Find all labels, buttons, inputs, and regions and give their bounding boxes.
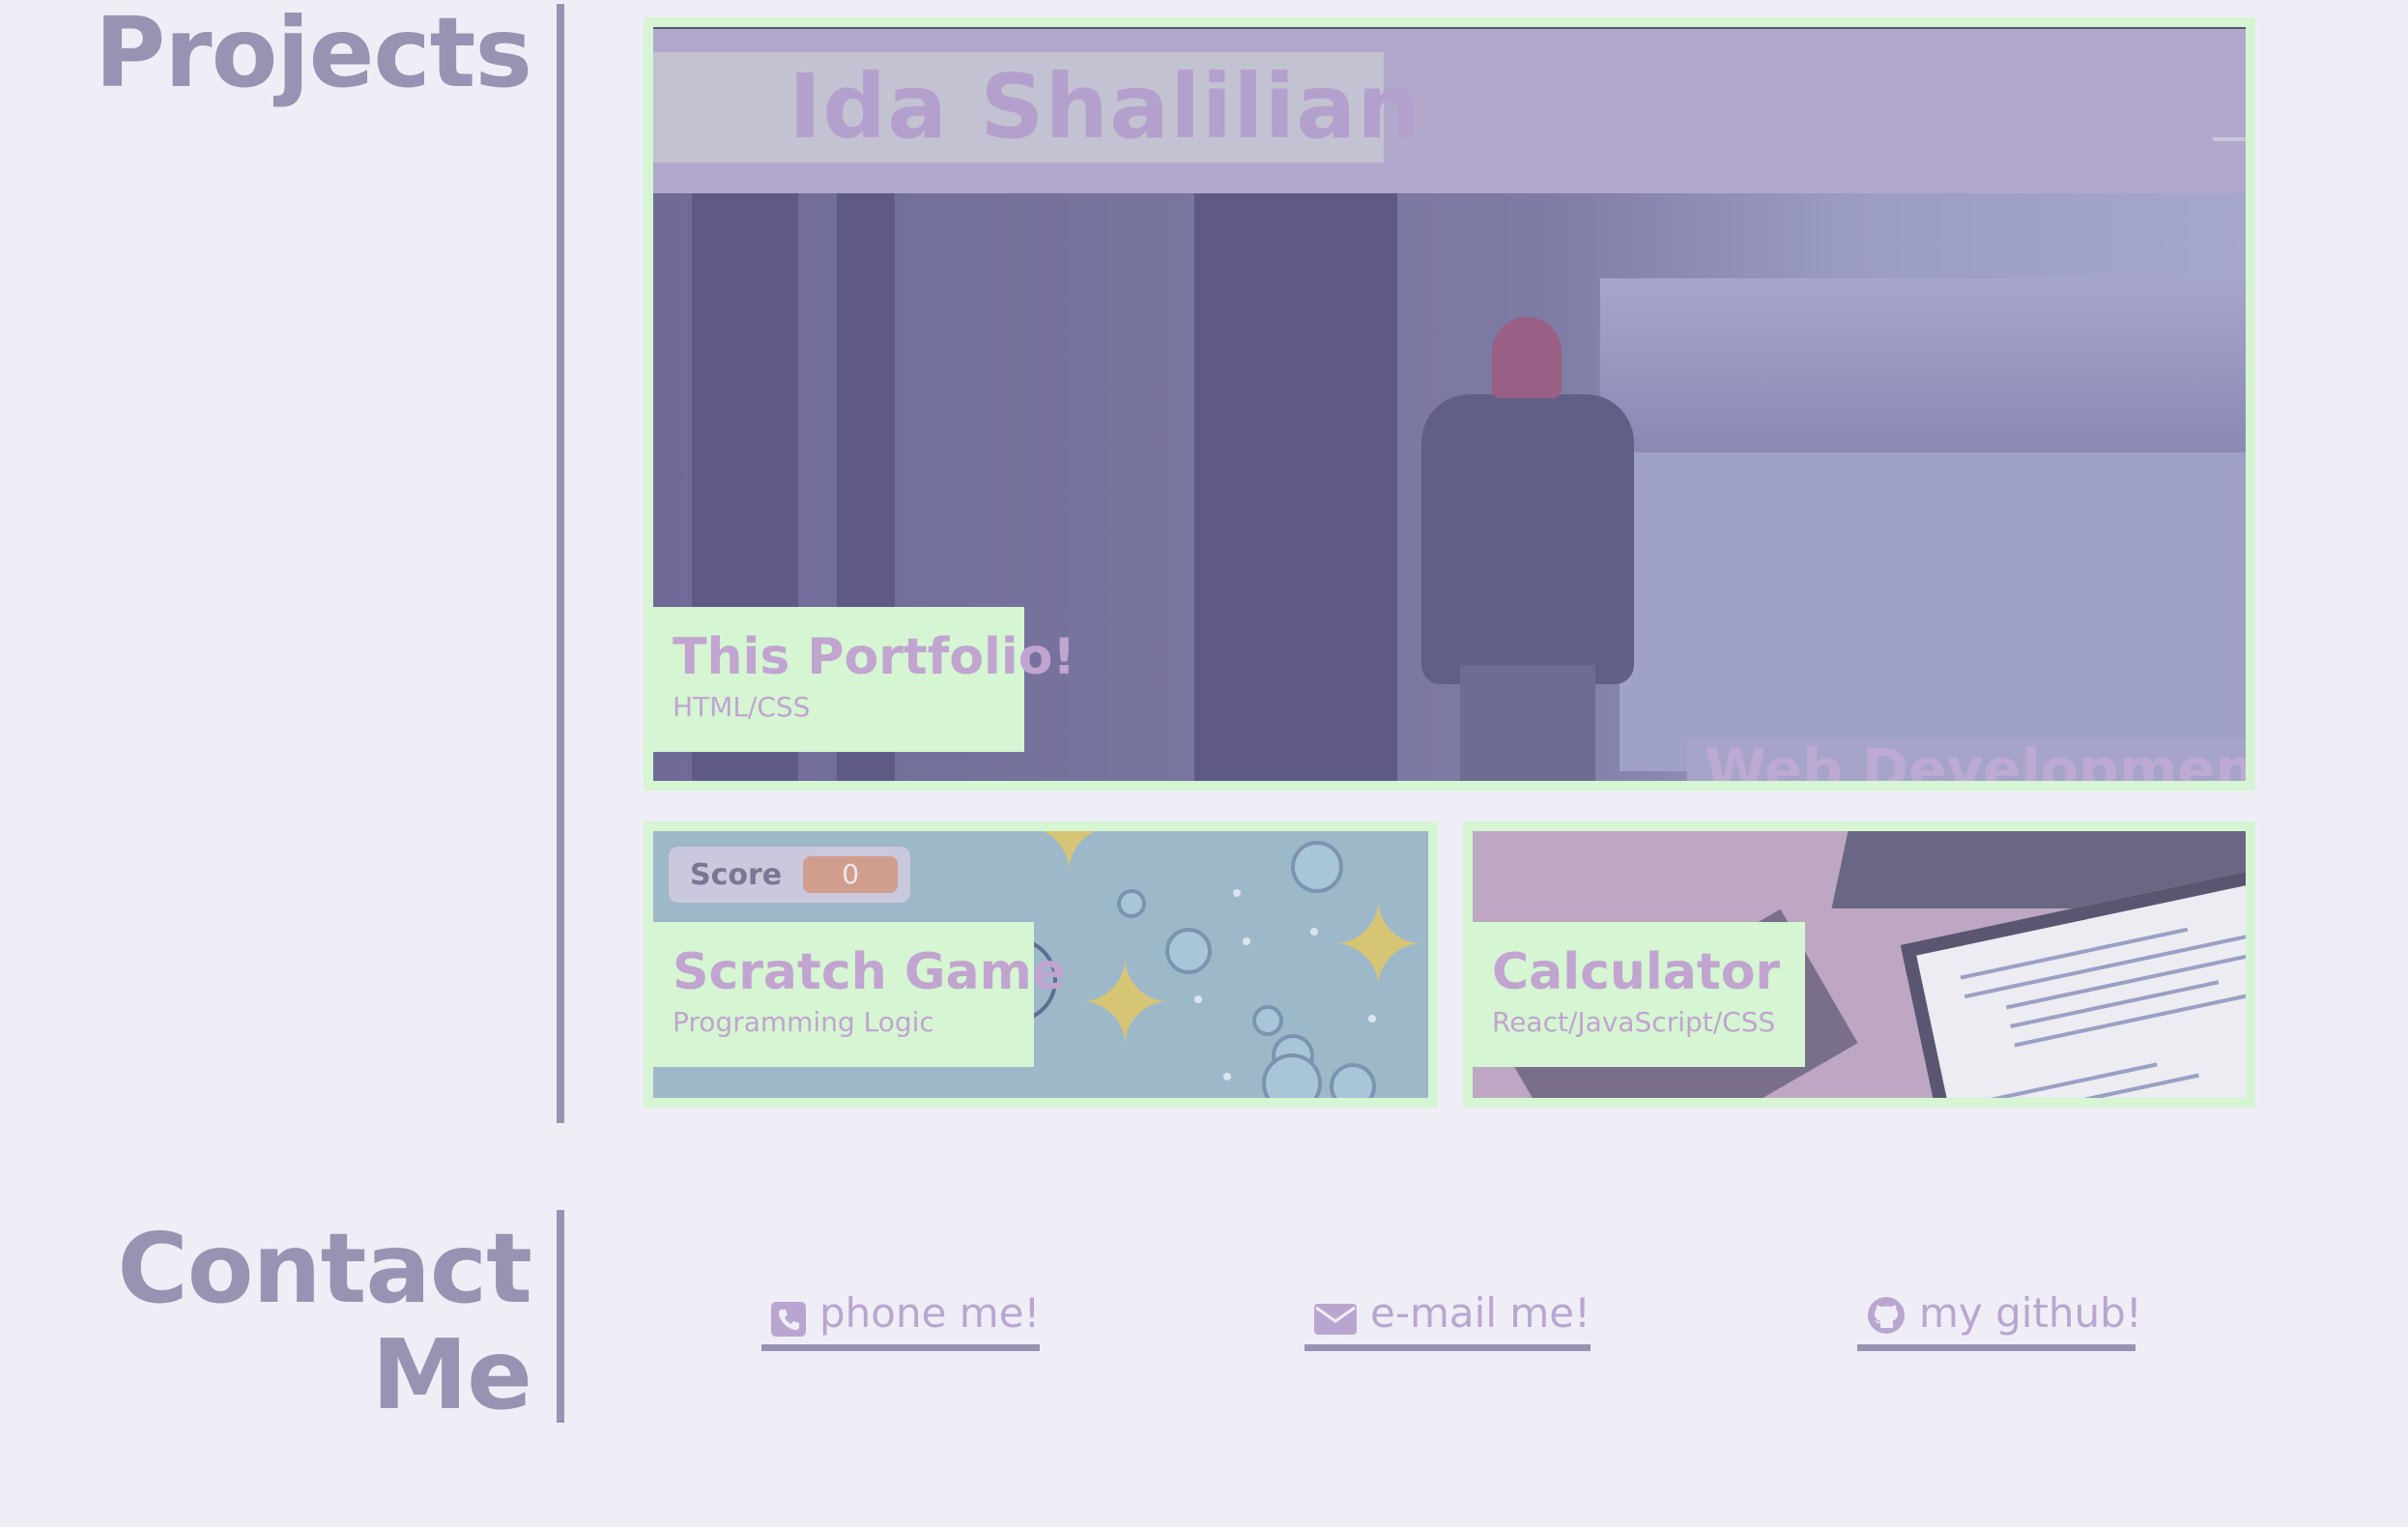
phone-link[interactable]: phone me! (761, 1285, 1040, 1351)
star-icon: ✦ (1330, 879, 1427, 1014)
project-title: Calculator (1492, 943, 1781, 1001)
envelope-icon (1314, 1295, 1357, 1335)
email-link-label: e-mail me! (1370, 1289, 1591, 1337)
score-display: Score 0 (669, 847, 910, 903)
github-icon (1867, 1293, 1906, 1334)
project-card-scratch-game[interactable]: ✦ ✦ ✦ Score 0 Scratch Game Programming L… (644, 821, 1438, 1108)
star-icon: ✦ (1076, 937, 1174, 1072)
github-link-label: my github! (1919, 1289, 2142, 1337)
portfolio-preview-header: Ida Shalilian (653, 27, 2246, 193)
portfolio-preview-nav (2213, 91, 2246, 141)
project-tech: React/JavaScript/CSS (1492, 1006, 1776, 1038)
phone-square-icon (771, 1295, 806, 1337)
contact-heading-line1: Contact (117, 1212, 532, 1325)
email-link[interactable]: e-mail me! (1304, 1285, 1591, 1351)
score-label: Score (690, 857, 783, 892)
projects-heading: Projects (94, 0, 532, 109)
contact-heading-line2: Me (371, 1318, 532, 1431)
project-label: This Portfolio! HTML/CSS (653, 607, 1076, 752)
projects-divider (557, 4, 564, 1123)
project-title: Scratch Game (673, 943, 1067, 1001)
project-label: Scratch Game Programming Logic (653, 922, 1067, 1067)
project-label: Calculator React/JavaScript/CSS (1473, 922, 1805, 1067)
project-tech: HTML/CSS (673, 691, 811, 723)
project-title: This Portfolio! (673, 628, 1076, 686)
contact-divider (557, 1210, 564, 1423)
github-link[interactable]: my github! (1857, 1285, 2142, 1351)
contact-heading: Contact Me (58, 1212, 532, 1431)
score-value: 0 (803, 856, 899, 893)
portfolio-preview-tagline: Web Development an (1705, 736, 2255, 791)
project-tech: Programming Logic (673, 1006, 934, 1038)
phone-link-label: phone me! (819, 1289, 1041, 1337)
star-icon: ✦ (1020, 821, 1118, 898)
portfolio-preview-name: Ida Shalilian (788, 55, 1421, 158)
project-card-portfolio[interactable]: Web Development an Ida Shalilian This Po… (644, 17, 2255, 791)
project-card-calculator[interactable]: Calculator React/JavaScript/CSS (1463, 821, 2255, 1108)
